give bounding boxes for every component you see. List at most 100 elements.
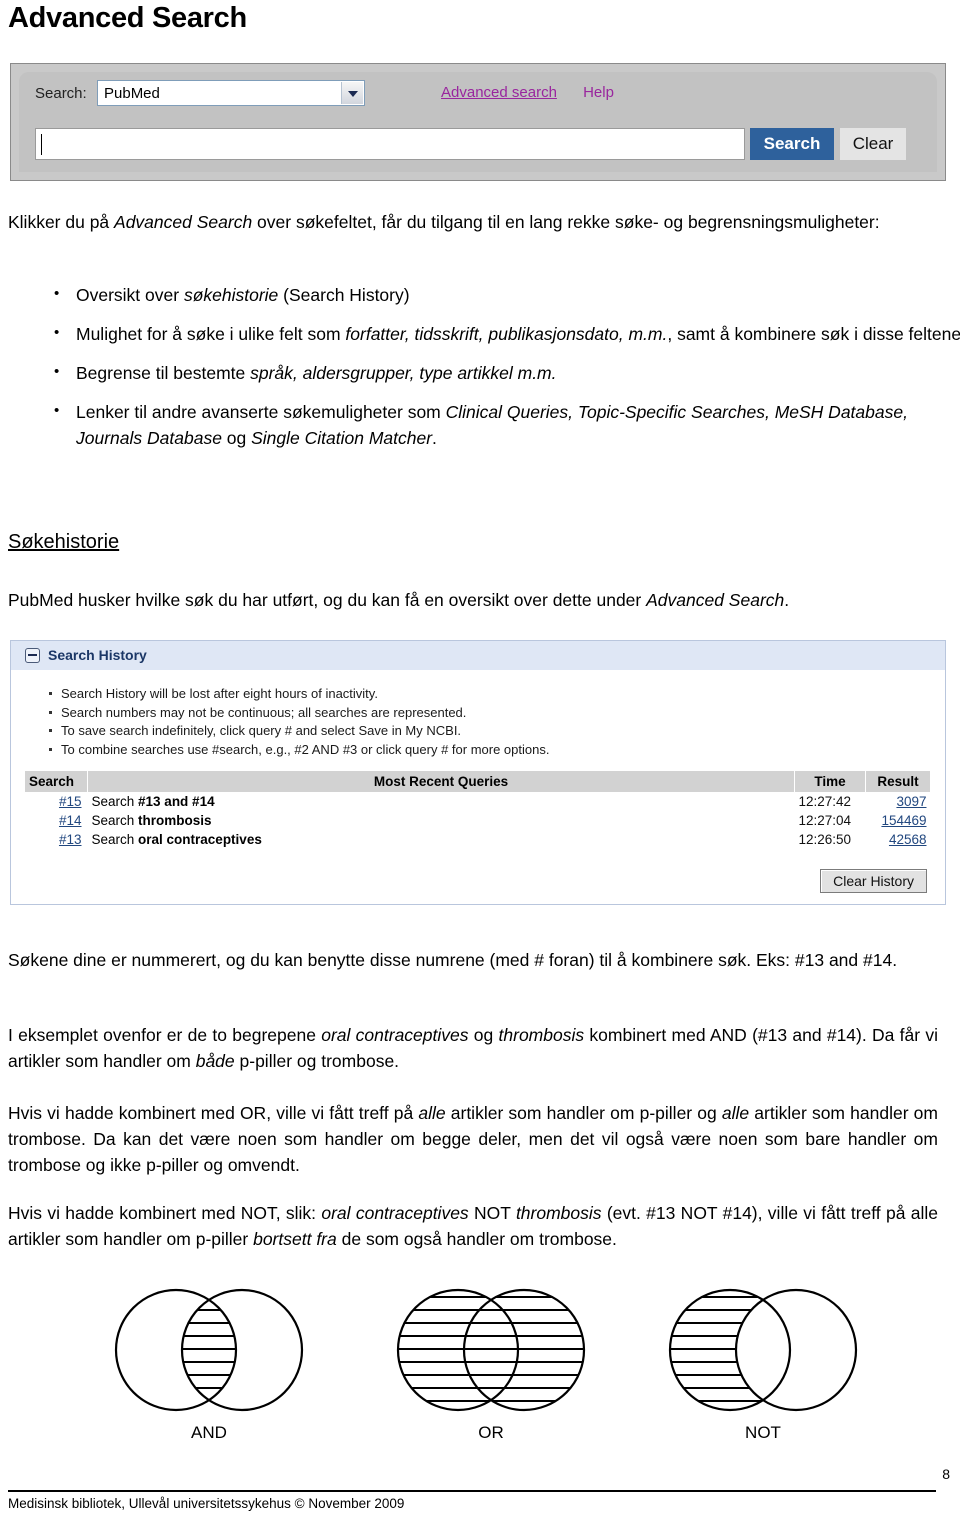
column-header-time: Time	[794, 771, 866, 792]
paragraph-text: Hvis vi hadde kombinert med NOT, slik:	[8, 1203, 322, 1223]
search-input[interactable]	[35, 128, 745, 160]
page-number: 8	[942, 1466, 950, 1482]
search-history-header[interactable]: Search History	[11, 641, 945, 671]
document-page: Advanced Search Search: PubMed Advanced …	[0, 0, 960, 1519]
venn-diagram-not: NOT	[638, 1285, 888, 1442]
boolean-venn-diagrams: AND OR NOT	[60, 1285, 900, 1465]
paragraph-text-italic: både	[195, 1051, 235, 1071]
database-row: Search: PubMed	[19, 72, 427, 118]
clear-history-button[interactable]: Clear History	[820, 869, 927, 893]
venn-diagram-or: OR	[366, 1285, 616, 1442]
list-item: Mulighet for å søke i ulike felt som for…	[54, 320, 960, 347]
query-prefix: Search	[91, 832, 139, 847]
result-count-link[interactable]: 3097	[896, 794, 926, 809]
bullet-text: .	[432, 428, 437, 448]
intro-before: Klikker du på	[8, 212, 115, 232]
paragraph-text-italic: oral contraceptives	[321, 1203, 469, 1223]
venn-label-and: AND	[191, 1423, 227, 1442]
time-cell: 12:26:50	[798, 832, 852, 847]
search-button[interactable]: Search	[750, 128, 834, 160]
query-prefix: Search	[91, 813, 139, 828]
list-item: Search History will be lost after eight …	[49, 685, 549, 704]
time-cell: 12:27:04	[798, 813, 852, 828]
bullet-text-italic: søkehistorie	[183, 285, 279, 305]
venn-diagram-and: AND	[84, 1285, 334, 1442]
venn-label-not: NOT	[745, 1423, 781, 1442]
time-cell: 12:27:42	[798, 794, 852, 809]
column-header-search: Search	[25, 771, 88, 792]
bullet-text: og	[221, 428, 252, 448]
query-cell: Search thrombosis	[88, 811, 795, 830]
table-row: #13 Search oral contraceptives 12:26:50 …	[25, 830, 931, 849]
intro-italic: Advanced Search	[114, 212, 253, 232]
paragraph-text-italic: alle	[418, 1103, 446, 1123]
footer-divider	[8, 1490, 936, 1492]
list-item: Search numbers may not be continuous; al…	[49, 704, 549, 723]
column-header-queries: Most Recent Queries	[87, 771, 795, 792]
search-number-link[interactable]: #14	[59, 813, 82, 828]
paragraph-text: de som også handler om trombose.	[336, 1229, 617, 1249]
table-row: #14 Search thrombosis 12:27:04 154469	[25, 811, 931, 830]
clear-button[interactable]: Clear	[840, 128, 906, 160]
column-header-result: Result	[865, 771, 931, 792]
database-label: Search:	[35, 85, 87, 102]
text-caret	[41, 134, 42, 155]
paragraph-numbering: Søkene dine er nummerert, og du kan beny…	[8, 950, 898, 970]
paragraph-text: .	[784, 590, 790, 610]
query-prefix: Search	[91, 794, 139, 809]
intro-paragraph: Klikker du på Advanced Search over søkef…	[8, 209, 938, 235]
table-row: #15 Search #13 and #14 12:27:42 3097	[25, 792, 931, 811]
query-cell: Search oral contraceptives	[88, 830, 795, 849]
result-count-link[interactable]: 42568	[889, 832, 927, 847]
bullet-text: (Search History)	[278, 285, 410, 305]
pubmed-bar-inner: Search: PubMed Advanced search Help Sear…	[19, 72, 937, 172]
paragraph-text-italic: oral contraceptives	[321, 1025, 469, 1045]
bullet-text-italic: Single Citation Matcher	[251, 428, 433, 448]
search-number-cell: #14	[25, 811, 88, 830]
pubmed-links-row: Advanced search Help	[441, 84, 636, 101]
venn-label-or: OR	[478, 1423, 504, 1442]
result-cell: 3097	[866, 792, 931, 811]
result-count-link[interactable]: 154469	[881, 813, 926, 828]
list-item: Oversikt over søkehistorie (Search Histo…	[54, 281, 960, 308]
page-title: Advanced Search	[8, 2, 247, 34]
search-history-notes: Search History will be lost after eight …	[49, 685, 549, 759]
paragraph-and-example: I eksemplet ovenfor er de to begrepene o…	[8, 1022, 938, 1074]
bullet-text-italic: forfatter, tidsskrift, publikasjonsdato,…	[345, 324, 668, 344]
list-item: Begrense til bestemte språk, aldersgrupp…	[54, 359, 960, 386]
paragraph-text-italic: thrombosis	[515, 1203, 602, 1223]
feature-bullet-list: Oversikt over søkehistorie (Search Histo…	[46, 281, 960, 464]
paragraph-text: og	[468, 1025, 499, 1045]
intro-after: over søkefeltet, får du tilgang til en l…	[252, 212, 880, 232]
list-item: Lenker til andre avanserte søkemulighete…	[54, 398, 960, 451]
sokehistorie-paragraph: PubMed husker hvilke søk du har utført, …	[8, 587, 938, 613]
list-item: To combine searches use #search, e.g., #…	[49, 741, 549, 760]
database-select[interactable]: PubMed	[97, 80, 365, 106]
paragraph-text: I eksemplet ovenfor er de to begrepene	[8, 1025, 322, 1045]
paragraph-text: p-piller og trombose.	[234, 1051, 400, 1071]
paragraph-text-italic: Advanced Search	[646, 590, 785, 610]
paragraph-text: Hvis vi hadde kombinert med OR, ville vi…	[8, 1103, 419, 1123]
result-cell: 42568	[866, 830, 931, 849]
help-link[interactable]: Help	[583, 84, 614, 101]
search-number-link[interactable]: #15	[59, 794, 82, 809]
bullet-text: Lenker til andre avanserte søkemulighete…	[76, 402, 446, 422]
paragraph-or-example: Hvis vi hadde kombinert med OR, ville vi…	[8, 1100, 938, 1178]
minus-icon[interactable]	[25, 648, 40, 663]
paragraph-text-italic: bortsett fra	[253, 1229, 337, 1249]
query-text: oral contraceptives	[138, 832, 262, 847]
bullet-text: Mulighet for å søke i ulike felt som	[76, 324, 346, 344]
bullet-text: Begrense til bestemte	[76, 363, 251, 383]
pubmed-search-bar-screenshot: Search: PubMed Advanced search Help Sear…	[10, 63, 946, 181]
paragraph-text-italic: alle	[721, 1103, 750, 1123]
list-item: To save search indefinitely, click query…	[49, 722, 549, 741]
search-history-table: Search Most Recent Queries Time Result #…	[25, 771, 931, 849]
query-row: Search Clear	[19, 118, 937, 172]
chevron-down-icon[interactable]	[341, 82, 363, 104]
search-history-panel-screenshot: Search History Search History will be lo…	[10, 640, 946, 905]
advanced-search-link[interactable]: Advanced search	[441, 84, 557, 101]
query-text: thrombosis	[138, 813, 212, 828]
bullet-text: Oversikt over	[76, 285, 184, 305]
search-number-link[interactable]: #13	[59, 832, 82, 847]
table-header-row: Search Most Recent Queries Time Result	[25, 771, 931, 792]
